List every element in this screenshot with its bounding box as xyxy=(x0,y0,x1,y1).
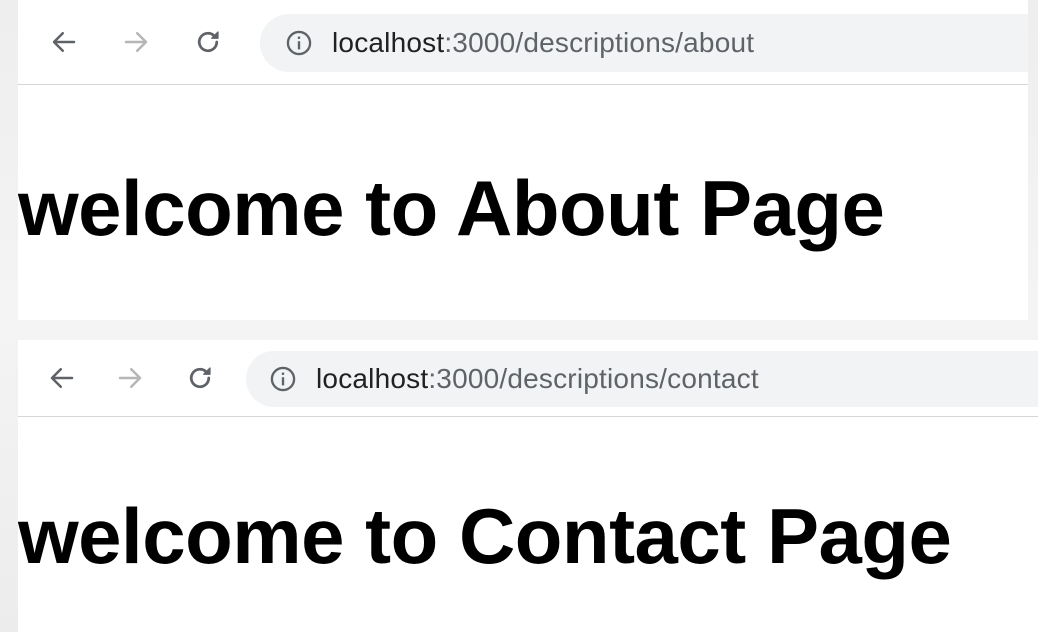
forward-button[interactable] xyxy=(116,22,156,62)
info-circle-icon[interactable] xyxy=(284,28,314,58)
url-path: :3000/descriptions/contact xyxy=(428,363,759,394)
url-host: localhost xyxy=(332,27,445,58)
back-button[interactable] xyxy=(42,358,82,398)
url-path: :3000/descriptions/about xyxy=(444,27,755,58)
url-host: localhost xyxy=(316,363,429,394)
address-bar[interactable]: localhost:3000/descriptions/about xyxy=(260,14,1028,72)
browser-window-contact: localhost:3000/descriptions/contact welc… xyxy=(18,340,1038,632)
browser-window-about: localhost:3000/descriptions/about welcom… xyxy=(18,0,1028,320)
address-bar[interactable]: localhost:3000/descriptions/contact xyxy=(246,351,1038,407)
arrow-left-icon xyxy=(50,368,74,388)
page-heading: welcome to About Page xyxy=(18,164,885,252)
arrow-left-icon xyxy=(52,32,76,52)
browser-toolbar: localhost:3000/descriptions/about xyxy=(18,0,1028,85)
url-text[interactable]: localhost:3000/descriptions/contact xyxy=(316,363,759,395)
browser-toolbar: localhost:3000/descriptions/contact xyxy=(18,340,1038,417)
arrow-right-icon xyxy=(124,32,148,52)
arrow-right-icon xyxy=(118,368,142,388)
reload-icon xyxy=(189,367,211,389)
page-heading: welcome to Contact Page xyxy=(18,492,952,580)
reload-icon xyxy=(197,31,219,53)
info-circle-icon[interactable] xyxy=(268,364,298,394)
reload-button[interactable] xyxy=(188,22,228,62)
forward-button[interactable] xyxy=(110,358,150,398)
reload-button[interactable] xyxy=(180,358,220,398)
back-button[interactable] xyxy=(44,22,84,62)
url-text[interactable]: localhost:3000/descriptions/about xyxy=(332,27,754,59)
